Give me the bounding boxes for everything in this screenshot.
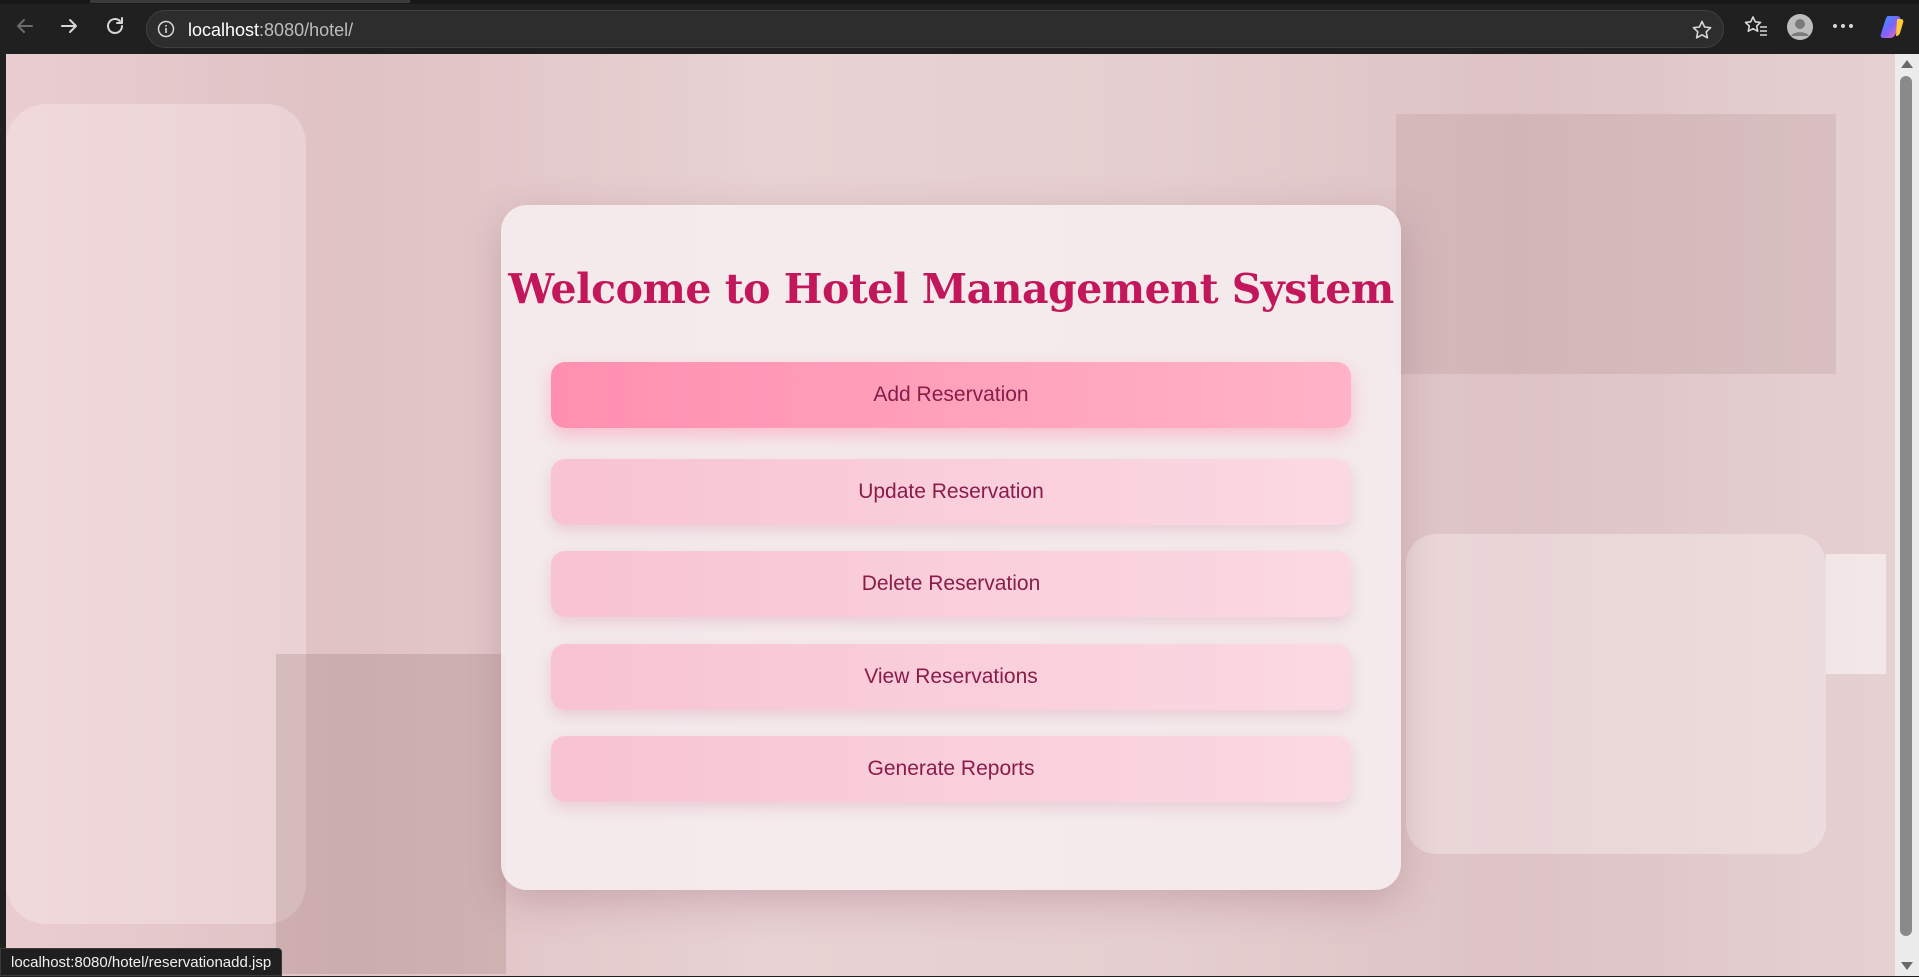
- forward-icon: [61, 19, 77, 33]
- page-viewport: Welcome to Hotel Management System Add R…: [6, 54, 1895, 976]
- background-lamp: [1826, 554, 1886, 674]
- background-wall-art: [1396, 114, 1836, 374]
- star-icon[interactable]: [1691, 19, 1713, 41]
- url-text[interactable]: localhost:8080/hotel/: [188, 20, 353, 41]
- scrollbar-thumb[interactable]: [1900, 76, 1912, 936]
- url-path: :8080/hotel/: [259, 20, 354, 40]
- add-reservation-label: Add Reservation: [873, 383, 1029, 406]
- copilot-icon: [1880, 16, 1904, 38]
- generate-reports-label: Generate Reports: [867, 757, 1035, 780]
- background-robe: [6, 104, 306, 924]
- menu-card: Welcome to Hotel Management System Add R…: [501, 205, 1401, 890]
- active-tab[interactable]: [90, 0, 410, 3]
- background-desk: [276, 654, 506, 974]
- refresh-icon: [107, 17, 123, 34]
- status-bar-url: localhost:8080/hotel/reservationadd.jsp: [0, 948, 283, 976]
- scroll-up-arrow[interactable]: [1901, 60, 1913, 68]
- scroll-down-arrow[interactable]: [1901, 962, 1913, 970]
- url-host: localhost: [188, 20, 260, 40]
- forward-button[interactable]: [54, 11, 84, 41]
- profile-icon: [1787, 14, 1813, 40]
- background-bed: [1406, 534, 1826, 854]
- favorites-icon: [1744, 16, 1767, 36]
- delete-reservation-button[interactable]: Delete Reservation: [551, 551, 1351, 617]
- more-button[interactable]: [1832, 18, 1854, 36]
- generate-reports-button[interactable]: Generate Reports: [551, 736, 1351, 802]
- info-icon[interactable]: [157, 20, 175, 38]
- back-icon: [17, 19, 33, 33]
- add-reservation-button[interactable]: Add Reservation: [551, 362, 1351, 428]
- tab-strip: [0, 0, 1919, 4]
- profile-button[interactable]: [1786, 13, 1814, 46]
- page-title: Welcome to Hotel Management System: [508, 265, 1394, 313]
- update-reservation-label: Update Reservation: [858, 480, 1044, 503]
- update-reservation-button[interactable]: Update Reservation: [551, 459, 1351, 525]
- view-reservations-label: View Reservations: [864, 665, 1038, 688]
- view-reservations-button[interactable]: View Reservations: [551, 644, 1351, 710]
- address-bar[interactable]: localhost:8080/hotel/: [146, 10, 1724, 48]
- favorites-button[interactable]: [1743, 13, 1769, 44]
- refresh-button[interactable]: [100, 11, 130, 41]
- browser-toolbar: localhost:8080/hotel/: [0, 0, 1919, 54]
- vertical-scrollbar[interactable]: [1895, 54, 1919, 976]
- copilot-button[interactable]: [1879, 13, 1907, 46]
- more-icon: [1833, 24, 1853, 28]
- back-button[interactable]: [10, 11, 40, 41]
- delete-reservation-label: Delete Reservation: [861, 572, 1041, 595]
